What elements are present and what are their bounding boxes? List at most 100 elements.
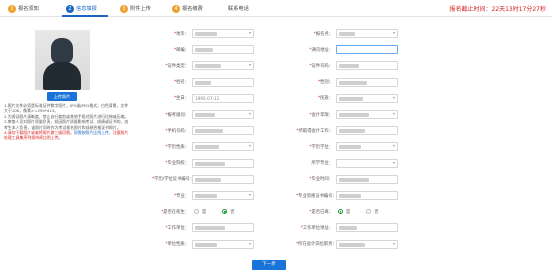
field-label: *证件类型： bbox=[152, 63, 192, 69]
step-attachments[interactable]: 3 附件上传 bbox=[120, 3, 151, 14]
field-label: *毕业时间： bbox=[296, 176, 336, 182]
radio-circle[interactable] bbox=[222, 209, 228, 215]
step-number: 3 bbox=[120, 4, 128, 13]
step-payment[interactable]: 4 报名缴费 bbox=[172, 3, 203, 14]
field-label-text: 所学专业： bbox=[311, 161, 333, 167]
text-field[interactable] bbox=[192, 77, 254, 87]
field-value: 1995-07-12 bbox=[195, 95, 220, 101]
left-field-row: *报考级别： bbox=[152, 109, 254, 120]
select-field[interactable] bbox=[336, 110, 398, 119]
radio-group: 是否 bbox=[336, 209, 379, 215]
field-label: *单位性质： bbox=[152, 241, 192, 247]
radio-circle[interactable] bbox=[194, 209, 199, 215]
radio-circle[interactable] bbox=[338, 209, 343, 215]
text-field[interactable]: 1995-07-12 bbox=[192, 93, 254, 103]
radio-option[interactable]: 否 bbox=[366, 209, 379, 215]
text-field[interactable] bbox=[336, 191, 398, 200]
field-label: *会计年限： bbox=[296, 112, 336, 118]
photo-head bbox=[51, 38, 73, 64]
select-field[interactable] bbox=[336, 29, 398, 38]
redacted-value bbox=[195, 194, 217, 198]
radio-option[interactable]: 是 bbox=[194, 209, 206, 215]
text-field[interactable] bbox=[336, 174, 398, 184]
redacted-value bbox=[195, 161, 225, 166]
redacted-value bbox=[195, 242, 217, 247]
text-field[interactable] bbox=[192, 223, 254, 233]
left-field-row: *单位性质： bbox=[152, 239, 254, 250]
redacted-value bbox=[195, 64, 221, 69]
upload-photo-button[interactable]: 上传照片 bbox=[47, 92, 77, 101]
field-label-text: 通讯地址： bbox=[311, 47, 333, 53]
right-field-row: *是否已离：是否 bbox=[296, 206, 379, 217]
deadline-countdown: 报名截止时间：22天13时17分27秒 bbox=[449, 6, 546, 13]
field-label-text: 单位性质： bbox=[167, 242, 189, 248]
step-info[interactable]: 2 信息填报 bbox=[66, 3, 97, 14]
select-field[interactable] bbox=[192, 110, 254, 119]
text-field[interactable] bbox=[192, 158, 254, 168]
left-field-row: *工作单位： bbox=[152, 222, 254, 233]
redacted-value bbox=[339, 226, 357, 231]
left-field-row: *地市： bbox=[152, 28, 254, 39]
photo-notes: 1.照片文件必须是标准证件数字照片，JPG或JPEG格式，白色背景，文件大于10… bbox=[4, 103, 132, 141]
redacted-value bbox=[195, 129, 223, 134]
step-notice[interactable]: 1 报名须知 bbox=[8, 3, 39, 14]
radio-circle[interactable] bbox=[366, 209, 372, 215]
right-field-row: *报名点： bbox=[296, 28, 398, 39]
text-field[interactable] bbox=[192, 45, 254, 55]
contact-link[interactable]: 联系电话 bbox=[228, 3, 249, 14]
select-field[interactable] bbox=[192, 239, 254, 249]
right-field-row: *所取得会计工作： bbox=[296, 125, 398, 136]
select-field[interactable] bbox=[336, 142, 398, 152]
text-field[interactable] bbox=[192, 126, 254, 136]
select-field[interactable] bbox=[336, 239, 398, 249]
note-4-link[interactable]: 即需按照片比例上传， bbox=[74, 130, 113, 135]
redacted-value bbox=[195, 145, 219, 150]
text-field[interactable] bbox=[192, 174, 254, 184]
field-label: *报考级别： bbox=[152, 112, 192, 118]
redacted-value bbox=[339, 64, 359, 69]
field-label: *是否已离： bbox=[296, 209, 336, 215]
next-step-button[interactable]: 下一步 bbox=[252, 260, 286, 270]
field-label-text: 证件类型： bbox=[167, 63, 189, 69]
right-field-row: *通讯地址： bbox=[296, 44, 398, 55]
id-photo bbox=[35, 30, 90, 90]
text-field[interactable] bbox=[336, 77, 398, 87]
text-field[interactable] bbox=[336, 223, 398, 233]
text-field[interactable] bbox=[336, 61, 398, 71]
right-field-row: *毕业时间： bbox=[296, 174, 398, 185]
redacted-value bbox=[339, 145, 361, 150]
right-field-row: 所学专业： bbox=[296, 158, 398, 169]
field-label-text: 报考级别： bbox=[167, 112, 189, 118]
field-label-text: 是否已离： bbox=[311, 209, 333, 215]
right-field-row: *会计年限： bbox=[296, 109, 398, 120]
field-label-text: 生日： bbox=[176, 96, 189, 102]
left-field-row: *毕业院校： bbox=[152, 158, 254, 169]
redacted-value bbox=[195, 80, 211, 85]
right-field-row: *民族： bbox=[296, 93, 398, 104]
field-label-text: 工作单位： bbox=[167, 225, 189, 231]
field-label: *所在会计岗位职务： bbox=[296, 241, 337, 247]
radio-label: 否 bbox=[374, 209, 379, 215]
field-label-text: 毕业院校： bbox=[167, 161, 189, 167]
text-field[interactable] bbox=[336, 45, 398, 55]
step-label: 附件上传 bbox=[130, 6, 151, 12]
radio-option[interactable]: 是 bbox=[338, 209, 350, 215]
radio-option[interactable]: 否 bbox=[222, 209, 235, 215]
select-field[interactable] bbox=[192, 191, 254, 200]
step-label: 报名须知 bbox=[18, 6, 39, 12]
note-4-warning: 4.请勿下载照片或者将照片做三级切割， bbox=[4, 130, 74, 136]
select-field[interactable] bbox=[192, 142, 254, 152]
select-field[interactable] bbox=[336, 93, 398, 103]
redacted-value bbox=[339, 129, 365, 134]
redacted-value bbox=[195, 177, 221, 182]
field-label: *生日： bbox=[152, 95, 192, 101]
field-label: *邮编： bbox=[152, 47, 192, 53]
field-label-text: 会计年限： bbox=[311, 112, 333, 118]
select-field[interactable] bbox=[192, 29, 254, 38]
select-field[interactable] bbox=[336, 158, 398, 168]
field-label-text: 专业资格证书编号： bbox=[298, 193, 337, 199]
select-field[interactable] bbox=[192, 61, 254, 71]
field-label: *姓名： bbox=[152, 79, 192, 85]
text-field[interactable] bbox=[336, 126, 398, 136]
redacted-value bbox=[195, 113, 215, 117]
